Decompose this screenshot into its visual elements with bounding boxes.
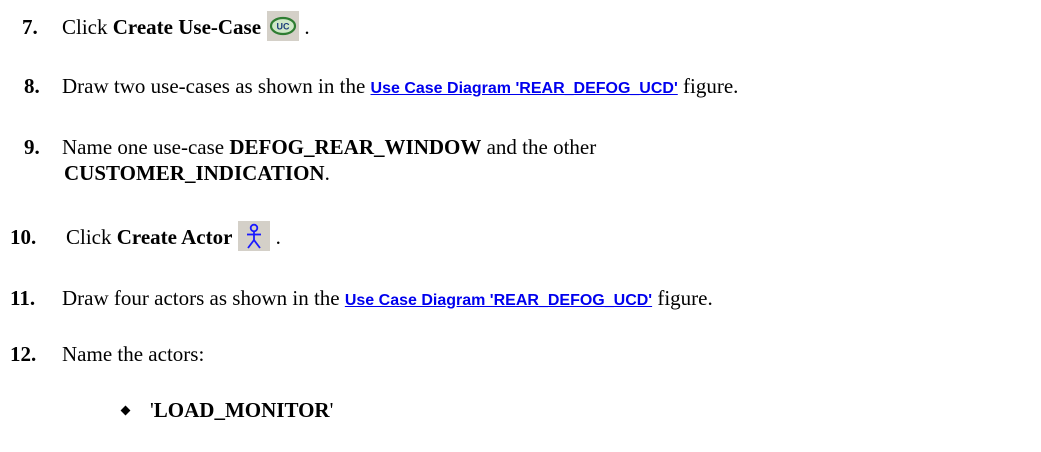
step-text: Click Create Use-Case UC .: [62, 11, 310, 44]
use-case-diagram-link[interactable]: Use Case Diagram 'REAR_DEFOG_UCD': [345, 292, 652, 309]
step-number: 10.: [10, 225, 37, 249]
step-text-line-2: CUSTOMER_INDICATION.: [64, 161, 330, 185]
customer-indication-label: CUSTOMER_INDICATION: [64, 161, 325, 185]
svg-text:UC: UC: [277, 22, 290, 32]
step-number: 9.: [24, 135, 40, 159]
actor-icon[interactable]: [238, 221, 271, 252]
diamond-bullet-icon: [120, 405, 131, 416]
step-text: Draw two use-cases as shown in the Use C…: [62, 74, 739, 98]
bullet-text: 'LOAD_MONITOR': [150, 398, 334, 422]
step-text: Draw four actors as shown in the Use Cas…: [62, 286, 713, 310]
step-text: Name the actors:: [62, 342, 205, 366]
load-monitor-label: LOAD_MONITOR: [153, 398, 330, 422]
defog-rear-window-label: DEFOG_REAR_WINDOW: [229, 135, 482, 159]
step-number: 7.: [22, 15, 38, 39]
use-case-icon[interactable]: UC: [267, 11, 300, 42]
step-number: 11.: [10, 286, 36, 310]
use-case-diagram-link[interactable]: Use Case Diagram 'REAR_DEFOG_UCD': [371, 80, 678, 97]
step-number: 12.: [10, 342, 37, 366]
create-actor-label: Create Actor: [116, 225, 233, 249]
step-number: 8.: [24, 74, 40, 98]
step-text: Name one use-case DEFOG_REAR_WINDOW and …: [62, 135, 597, 159]
step-text: Click Create Actor .: [66, 221, 281, 254]
create-use-case-label: Create Use-Case: [112, 15, 262, 39]
